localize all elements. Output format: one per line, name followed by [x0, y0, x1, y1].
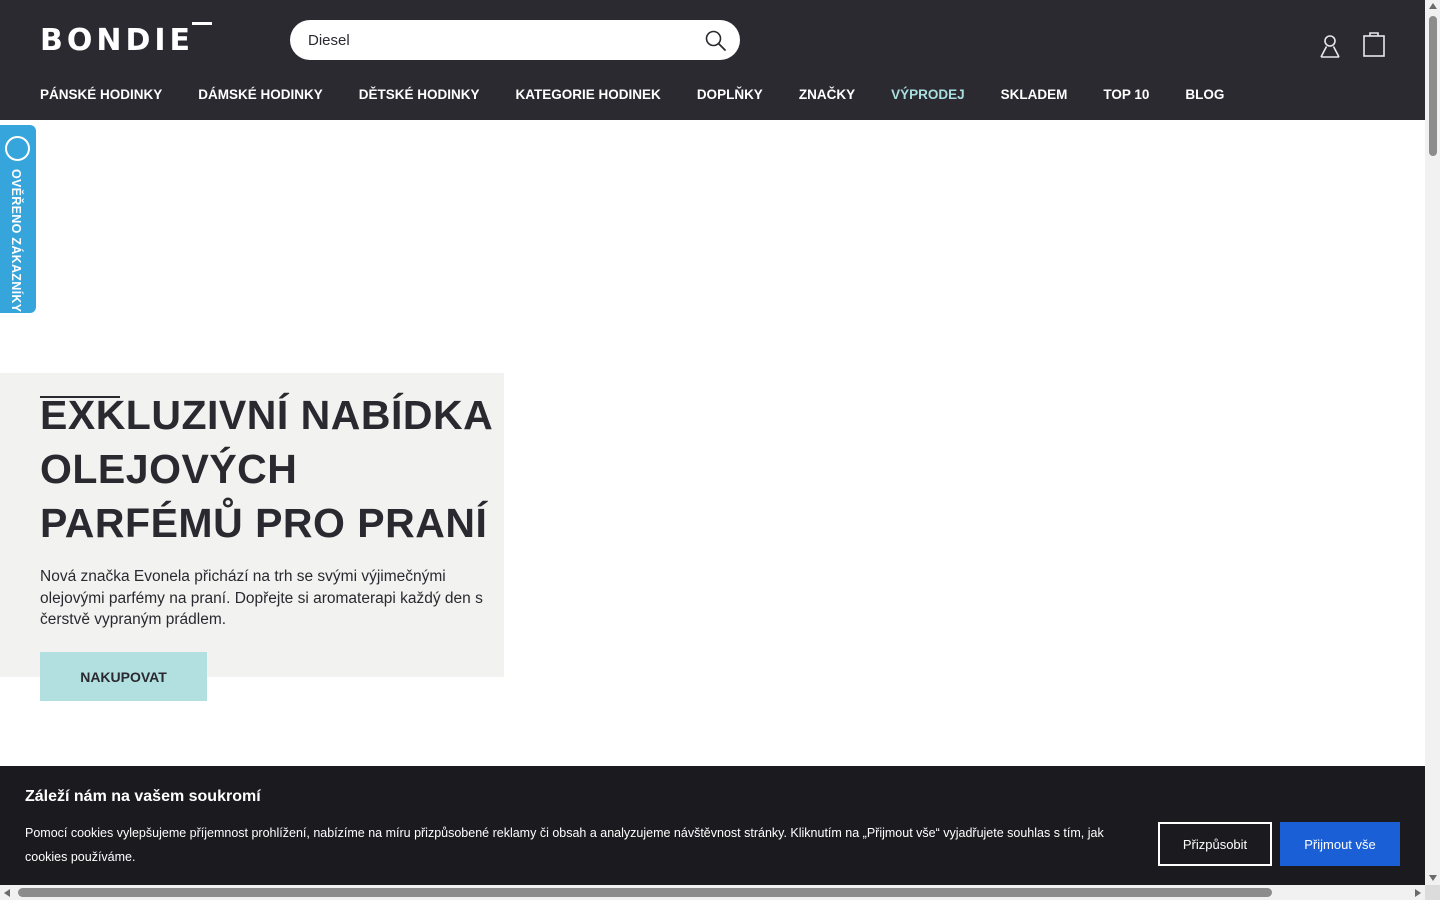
search-bar — [290, 20, 740, 60]
cookie-title: Záleží nám na vašem soukromí — [25, 788, 261, 805]
horizontal-scrollbar[interactable] — [0, 885, 1425, 900]
hero-title: EXKLUZIVNÍ NABÍDKA OLEJOVÝCH PARFÉMŮ PRO… — [40, 392, 492, 546]
hero-description: Nová značka Evonela přichází na trh se s… — [40, 568, 483, 628]
cookie-customize-button[interactable]: Přizpůsobit — [1158, 822, 1272, 866]
nav-item-panske-hodinky[interactable]: PÁNSKÉ HODINKY — [40, 85, 162, 105]
verified-by-customers-badge[interactable]: OVĚŘENO ZÁKAZNÍKY — [0, 125, 36, 313]
scroll-down-arrow-icon[interactable] — [1429, 875, 1437, 881]
nav-item-detske-hodinky[interactable]: DĚTSKÉ HODINKY — [359, 85, 480, 105]
user-icon[interactable] — [1318, 33, 1342, 59]
site-header: BONDIE PÁNSKÉ HODI — [0, 0, 1425, 120]
nav-item-skladem[interactable]: SKLADEM — [1001, 85, 1068, 105]
shop-now-button[interactable]: NAKUPOVAT — [40, 652, 207, 701]
nav-item-vyprodej[interactable]: VÝPRODEJ — [891, 85, 965, 105]
logo-macron-mark — [192, 22, 212, 25]
cookie-description: Pomocí cookies vylepšujeme příjemnost pr… — [25, 826, 1104, 864]
nav-item-znacky[interactable]: ZNAČKY — [799, 85, 855, 105]
nav-item-damske-hodinky[interactable]: DÁMSKÉ HODINKY — [198, 85, 323, 105]
cookie-accept-all-button[interactable]: Přijmout vše — [1280, 822, 1400, 866]
search-input[interactable] — [308, 20, 688, 60]
nav-item-blog[interactable]: BLOG — [1185, 85, 1224, 105]
nav-item-top-10[interactable]: TOP 10 — [1103, 85, 1149, 105]
verified-badge-label: OVĚŘENO ZÁKAZNÍKY — [9, 169, 23, 313]
vertical-scrollbar[interactable] — [1425, 0, 1440, 885]
cookie-consent-bar: Záleží nám na vašem soukromí Pomocí cook… — [0, 766, 1425, 885]
page: BONDIE PÁNSKÉ HODI — [0, 0, 1425, 885]
verified-seal-icon — [5, 136, 30, 161]
nav-item-kategorie-hodinek[interactable]: KATEGORIE HODINEK — [516, 85, 661, 105]
scroll-left-arrow-icon[interactable] — [4, 889, 10, 897]
scroll-up-arrow-icon[interactable] — [1429, 3, 1437, 9]
brand-logo[interactable]: BONDIE — [40, 22, 212, 58]
scroll-right-arrow-icon[interactable] — [1415, 889, 1421, 897]
vertical-scrollbar-thumb[interactable] — [1429, 16, 1437, 156]
scrollbar-corner — [1425, 885, 1440, 900]
horizontal-scrollbar-thumb[interactable] — [18, 888, 1272, 897]
nav-item-doplnky[interactable]: DOPLŇKY — [697, 85, 763, 105]
main-navigation: PÁNSKÉ HODINKY DÁMSKÉ HODINKY DĚTSKÉ HOD… — [40, 85, 1260, 105]
brand-logo-text: BONDIE — [40, 23, 195, 58]
shopping-bag-icon[interactable] — [1362, 30, 1386, 58]
search-icon[interactable] — [704, 29, 728, 53]
